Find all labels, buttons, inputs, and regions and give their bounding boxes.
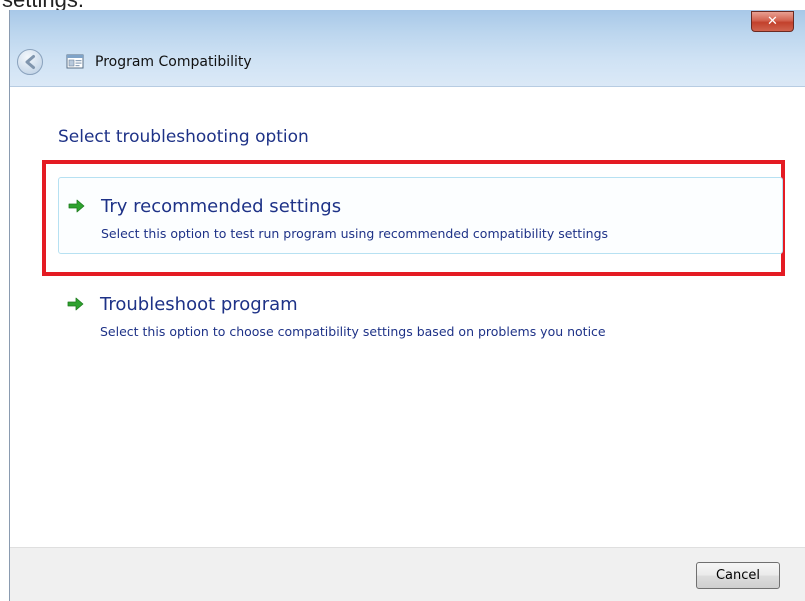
- back-button[interactable]: [16, 48, 44, 76]
- cancel-button[interactable]: Cancel: [696, 562, 780, 589]
- option-troubleshoot-program[interactable]: Troubleshoot program Select this option …: [58, 283, 783, 360]
- dialog-footer: Cancel: [10, 547, 805, 601]
- green-arrow-icon: [68, 199, 85, 213]
- option-title: Try recommended settings: [101, 196, 342, 217]
- back-arrow-icon: [17, 49, 43, 75]
- window-title: Program Compatibility: [95, 54, 252, 70]
- screenshot: settings. ✕: [0, 0, 805, 601]
- green-arrow-icon: [67, 297, 84, 311]
- close-icon: ✕: [767, 14, 778, 29]
- option-description: Select this option to test run program u…: [101, 226, 609, 241]
- option-title: Troubleshoot program: [100, 294, 298, 315]
- window-titlebar: ✕ Program Compatibility: [10, 10, 805, 87]
- program-window-icon: [66, 53, 84, 71]
- option-description: Select this option to choose compatibili…: [100, 324, 606, 339]
- program-compatibility-window: ✕ Program Compatibility Select troublesh…: [10, 10, 805, 601]
- option-try-recommended-settings[interactable]: Try recommended settings Select this opt…: [58, 177, 783, 254]
- close-button[interactable]: ✕: [751, 11, 794, 32]
- main-content: Select troubleshooting option Try recomm…: [10, 87, 805, 547]
- page-heading: Select troubleshooting option: [58, 127, 309, 147]
